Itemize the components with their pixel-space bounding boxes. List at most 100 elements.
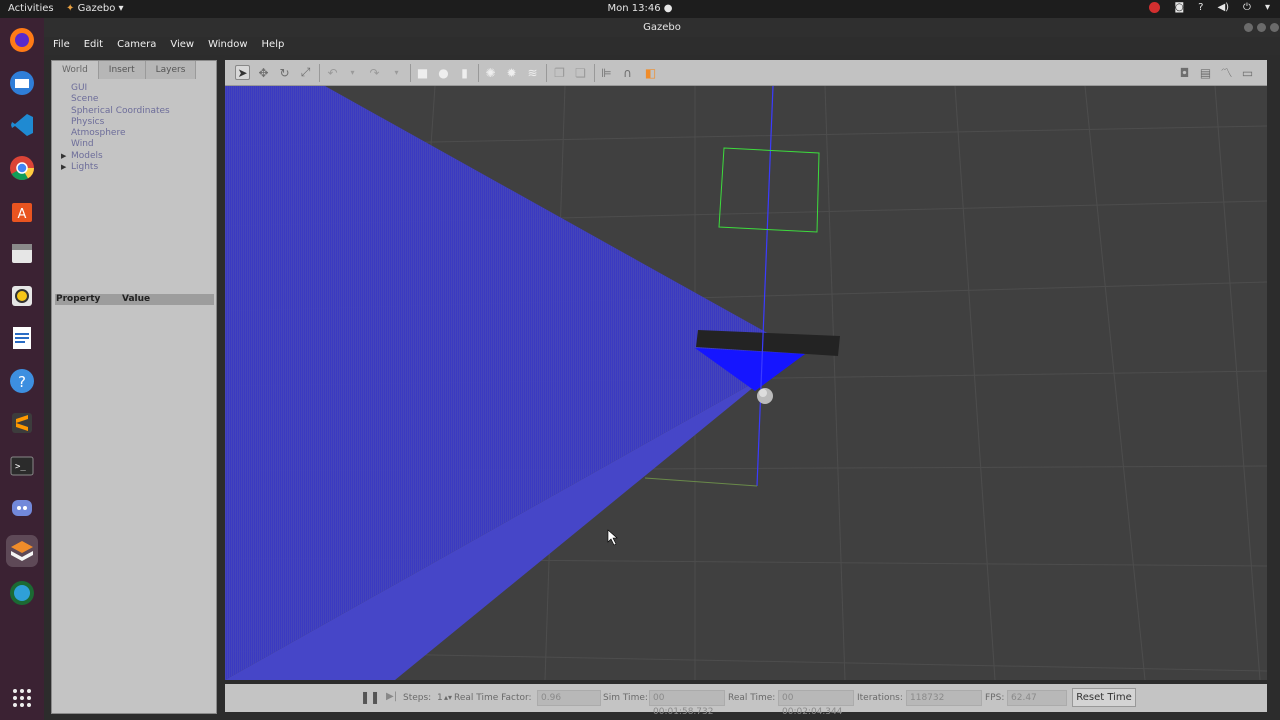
fps-value: 62.47 xyxy=(1007,690,1067,706)
redo-icon[interactable]: ↷ xyxy=(367,65,382,80)
scale-mode-icon[interactable]: ⤢ xyxy=(298,65,313,80)
redo-dropdown-icon[interactable]: ▾ xyxy=(389,65,404,80)
pause-icon[interactable]: ❚❚ xyxy=(360,690,380,704)
help-tray-icon[interactable]: ? xyxy=(1198,2,1203,13)
snap-icon[interactable]: ∩ xyxy=(620,65,635,80)
globe-app-icon[interactable] xyxy=(6,577,38,609)
fps-label: FPS: xyxy=(985,693,1005,703)
record-icon[interactable] xyxy=(1149,2,1161,13)
panel-tabs: World Insert Layers xyxy=(52,61,218,79)
tree-item-gui[interactable]: GUI xyxy=(56,83,170,94)
system-tray: ◙ ? ◀) ⏻ ▾ xyxy=(1149,2,1270,13)
directional-light-icon[interactable]: ≋ xyxy=(525,65,540,80)
plot-icon[interactable]: 〽 xyxy=(1219,65,1234,80)
tree-item-spherical-coordinates[interactable]: Spherical Coordinates xyxy=(56,106,170,117)
file-manager-icon[interactable] xyxy=(6,237,38,269)
tree-item-wind[interactable]: Wind xyxy=(56,139,170,150)
chrome-icon[interactable] xyxy=(6,152,38,184)
cylinder-shape-icon[interactable]: ▮ xyxy=(457,65,472,80)
notification-dot-icon: ● xyxy=(663,3,673,14)
firefox-icon[interactable] xyxy=(6,24,38,56)
clock[interactable]: Mon 13:46 ● xyxy=(0,3,1280,14)
simulation-status-bar: ❚❚ ▶| Steps: 1 ▴▾ Real Time Factor: 0.96… xyxy=(225,684,1267,717)
scene-render xyxy=(225,86,1267,680)
svg-text:>_: >_ xyxy=(15,462,26,472)
tab-insert[interactable]: Insert xyxy=(98,61,146,79)
screenshot-icon[interactable]: ◘ xyxy=(1177,65,1192,80)
libreoffice-writer-icon[interactable] xyxy=(6,322,38,354)
align-icon[interactable]: ⊫ xyxy=(599,65,614,80)
menu-bar: File Edit Camera View Window Help xyxy=(44,37,1280,55)
tab-world[interactable]: World xyxy=(52,61,99,79)
world-panel: World Insert Layers GUI Scene Spherical … xyxy=(51,60,217,714)
copy-icon[interactable]: ❐ xyxy=(552,65,567,80)
expand-arrow-icon[interactable]: ▶ xyxy=(61,162,66,173)
tree-item-atmosphere[interactable]: Atmosphere xyxy=(56,128,170,139)
svg-text:?: ? xyxy=(18,373,26,391)
minimize-button[interactable] xyxy=(1244,23,1253,32)
terminal-icon[interactable]: >_ xyxy=(6,450,38,482)
software-center-icon[interactable]: A xyxy=(6,195,38,227)
rotate-mode-icon[interactable]: ↻ xyxy=(277,65,292,80)
undo-icon[interactable]: ↶ xyxy=(325,65,340,80)
select-mode-icon[interactable]: ➤ xyxy=(235,65,250,80)
sim-time-value: 00 00:01:58.732 xyxy=(649,690,725,717)
tree-item-lights[interactable]: ▶ Lights xyxy=(56,162,170,173)
menu-file[interactable]: File xyxy=(53,37,70,55)
video-record-icon[interactable]: ▭ xyxy=(1240,65,1255,80)
scene-toolbar: ➤ ✥ ↻ ⤢ ↶ ▾ ↷ ▾ ■ ● ▮ ✺ ✹ ≋ ❐ ❏ ⊫ ∩ ◧ ◘ … xyxy=(225,60,1267,86)
change-view-icon[interactable]: ◧ xyxy=(643,65,658,80)
tree-item-label: Lights xyxy=(71,162,99,173)
discord-icon[interactable] xyxy=(6,492,38,524)
steps-spin-icon[interactable]: ▴▾ xyxy=(444,693,452,702)
power-icon[interactable]: ⏻ xyxy=(1243,2,1251,13)
menu-help[interactable]: Help xyxy=(262,37,285,55)
window-title: Gazebo xyxy=(643,22,681,33)
paste-icon[interactable]: ❏ xyxy=(573,65,588,80)
sublime-text-icon[interactable] xyxy=(6,407,38,439)
gazebo-icon[interactable] xyxy=(6,535,38,567)
volume-icon[interactable]: ◀) xyxy=(1217,2,1229,13)
vscode-icon[interactable] xyxy=(6,109,38,141)
menu-camera[interactable]: Camera xyxy=(117,37,156,55)
real-time-label: Real Time: xyxy=(728,693,776,703)
reset-time-button[interactable]: Reset Time xyxy=(1072,688,1136,707)
translate-mode-icon[interactable]: ✥ xyxy=(256,65,271,80)
tree-item-models[interactable]: ▶ Models xyxy=(56,151,170,162)
property-column-header[interactable]: Property xyxy=(55,294,122,305)
spot-light-icon[interactable]: ✹ xyxy=(504,65,519,80)
menu-window[interactable]: Window xyxy=(208,37,247,55)
rhythmbox-icon[interactable] xyxy=(6,280,38,312)
tree-item-scene[interactable]: Scene xyxy=(56,94,170,105)
property-table-header: Property Value xyxy=(55,294,214,305)
real-time-value: 00 00:02:04.344 xyxy=(778,690,854,717)
step-icon[interactable]: ▶| xyxy=(386,691,397,702)
laser-sensor-model xyxy=(757,388,773,404)
undo-dropdown-icon[interactable]: ▾ xyxy=(345,65,360,80)
chevron-down-icon[interactable]: ▾ xyxy=(1265,2,1270,13)
sim-time-label: Sim Time: xyxy=(603,693,648,703)
maximize-button[interactable] xyxy=(1257,23,1266,32)
tab-layers[interactable]: Layers xyxy=(145,61,197,79)
point-light-icon[interactable]: ✺ xyxy=(483,65,498,80)
discord-tray-icon[interactable]: ◙ xyxy=(1174,2,1184,13)
sphere-shape-icon[interactable]: ● xyxy=(436,65,451,80)
tree-item-label: Models xyxy=(71,150,103,161)
thunderbird-icon[interactable] xyxy=(6,67,38,99)
system-top-bar: Activities ✦ Gazebo ▾ Mon 13:46 ● ◙ ? ◀)… xyxy=(0,0,1280,18)
tree-item-physics[interactable]: Physics xyxy=(56,117,170,128)
iterations-label: Iterations: xyxy=(857,693,903,703)
scene-viewport[interactable] xyxy=(225,86,1267,680)
steps-value[interactable]: 1 xyxy=(437,693,443,703)
box-shape-icon[interactable]: ■ xyxy=(415,65,430,80)
expand-arrow-icon[interactable]: ▶ xyxy=(61,151,66,162)
menu-view[interactable]: View xyxy=(170,37,194,55)
value-column-header[interactable]: Value xyxy=(122,294,150,305)
clock-label: Mon 13:46 xyxy=(607,3,661,14)
help-icon[interactable]: ? xyxy=(6,365,38,397)
show-applications-icon[interactable] xyxy=(6,682,38,714)
close-button[interactable] xyxy=(1270,23,1279,32)
window-title-bar[interactable]: Gazebo xyxy=(44,18,1280,37)
menu-edit[interactable]: Edit xyxy=(84,37,103,55)
log-data-icon[interactable]: ▤ xyxy=(1198,65,1213,80)
